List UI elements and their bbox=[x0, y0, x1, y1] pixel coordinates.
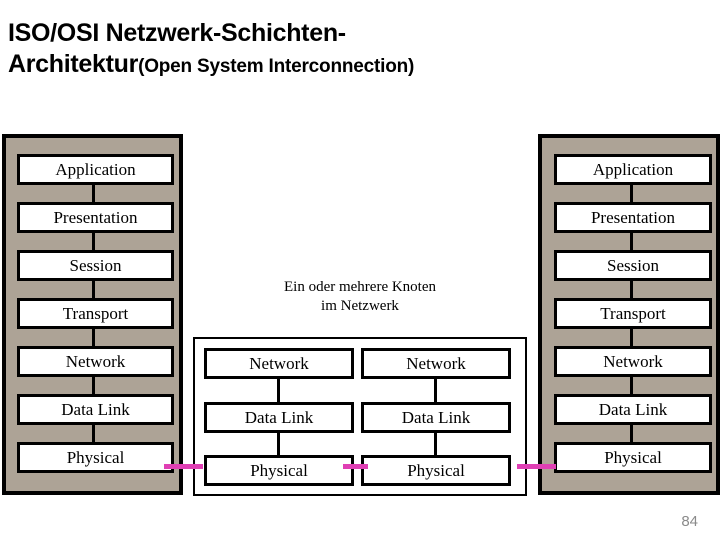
left-connector-6 bbox=[92, 424, 95, 443]
layer-label: Application bbox=[55, 160, 136, 179]
left-layer-transport[interactable]: Transport bbox=[17, 298, 174, 329]
page-title: ISO/OSI Netzwerk-Schichten- Architektur(… bbox=[8, 18, 712, 82]
right-connector-6 bbox=[630, 424, 633, 443]
right-connector-4 bbox=[630, 328, 633, 347]
right-layer-physical[interactable]: Physical bbox=[554, 442, 712, 473]
layer-label: Network bbox=[603, 352, 663, 371]
layer-label: Presentation bbox=[53, 208, 138, 227]
title-main-word: Architektur bbox=[8, 50, 139, 78]
layer-label: Network bbox=[249, 354, 309, 373]
right-connector-3 bbox=[630, 280, 633, 299]
right-layer-application[interactable]: Application bbox=[554, 154, 712, 185]
layer-label: Session bbox=[607, 256, 659, 275]
left-layer-presentation[interactable]: Presentation bbox=[17, 202, 174, 233]
network-caption-line-2: im Netzwerk bbox=[321, 298, 399, 314]
network-caption-line-1: Ein oder mehrere Knoten bbox=[283, 279, 437, 295]
layer-label: Network bbox=[406, 354, 466, 373]
right-connector-5 bbox=[630, 376, 633, 395]
layer-label: Network bbox=[65, 352, 126, 371]
left-connector-4 bbox=[92, 328, 95, 347]
layer-label: Application bbox=[592, 160, 674, 179]
layer-label: Physical bbox=[250, 461, 308, 480]
node1-layer-network[interactable]: Network bbox=[204, 348, 354, 379]
title-line-1: ISO/OSI Netzwerk-Schichten- bbox=[8, 19, 346, 47]
left-layer-physical[interactable]: Physical bbox=[17, 442, 174, 473]
node2-layer-physical[interactable]: Physical bbox=[361, 455, 511, 486]
right-connector-1 bbox=[630, 184, 633, 203]
node2-layer-data-link[interactable]: Data Link bbox=[361, 402, 511, 433]
left-connector-3 bbox=[92, 280, 95, 299]
node1-layer-physical[interactable]: Physical bbox=[204, 455, 354, 486]
right-host-stack: Application Presentation Session Transpo… bbox=[538, 134, 720, 495]
right-layer-transport[interactable]: Transport bbox=[554, 298, 712, 329]
left-connector-2 bbox=[92, 232, 95, 251]
left-connector-5 bbox=[92, 376, 95, 395]
node2-connector-1 bbox=[434, 379, 437, 402]
node1-connector-2 bbox=[277, 433, 280, 456]
physical-link-right bbox=[517, 464, 556, 469]
physical-link-middle bbox=[343, 464, 368, 469]
layer-label: Physical bbox=[66, 448, 125, 467]
left-connector-1 bbox=[92, 184, 95, 203]
layer-label: Physical bbox=[407, 461, 465, 480]
left-layer-application[interactable]: Application bbox=[17, 154, 174, 185]
title-line-2: Architektur(Open System Interconnection) bbox=[8, 49, 712, 82]
slide-canvas: ISO/OSI Netzwerk-Schichten- Architektur(… bbox=[0, 0, 720, 540]
title-subtitle: (Open System Interconnection) bbox=[138, 56, 415, 77]
page-number: 84 bbox=[681, 513, 698, 530]
node2-layer-network[interactable]: Network bbox=[361, 348, 511, 379]
layer-label: Transport bbox=[600, 304, 666, 323]
layer-label: Session bbox=[69, 256, 122, 275]
network-node-2: Network Data Link Physical bbox=[361, 348, 511, 486]
network-node-group: Network Data Link Physical Network Data … bbox=[193, 337, 527, 496]
right-layer-network[interactable]: Network bbox=[554, 346, 712, 377]
physical-link-left bbox=[164, 464, 203, 469]
layer-label: Data Link bbox=[244, 408, 314, 427]
left-layer-data-link[interactable]: Data Link bbox=[17, 394, 174, 425]
right-layer-session[interactable]: Session bbox=[554, 250, 712, 281]
right-layer-data-link[interactable]: Data Link bbox=[554, 394, 712, 425]
left-host-stack: Application Presentation Session Transpo… bbox=[2, 134, 183, 495]
layer-label: Data Link bbox=[598, 400, 668, 419]
layer-label: Data Link bbox=[61, 400, 130, 419]
right-layer-presentation[interactable]: Presentation bbox=[554, 202, 712, 233]
layer-label: Data Link bbox=[401, 408, 471, 427]
node1-connector-1 bbox=[277, 379, 280, 402]
network-caption: Ein oder mehrere Knoten im Netzwerk bbox=[193, 278, 527, 316]
layer-label: Physical bbox=[604, 448, 662, 467]
left-layer-session[interactable]: Session bbox=[17, 250, 174, 281]
right-connector-2 bbox=[630, 232, 633, 251]
layer-label: Presentation bbox=[590, 208, 676, 227]
node2-connector-2 bbox=[434, 433, 437, 456]
left-layer-network[interactable]: Network bbox=[17, 346, 174, 377]
node1-layer-data-link[interactable]: Data Link bbox=[204, 402, 354, 433]
layer-label: Transport bbox=[62, 304, 129, 323]
network-node-1: Network Data Link Physical bbox=[204, 348, 354, 486]
